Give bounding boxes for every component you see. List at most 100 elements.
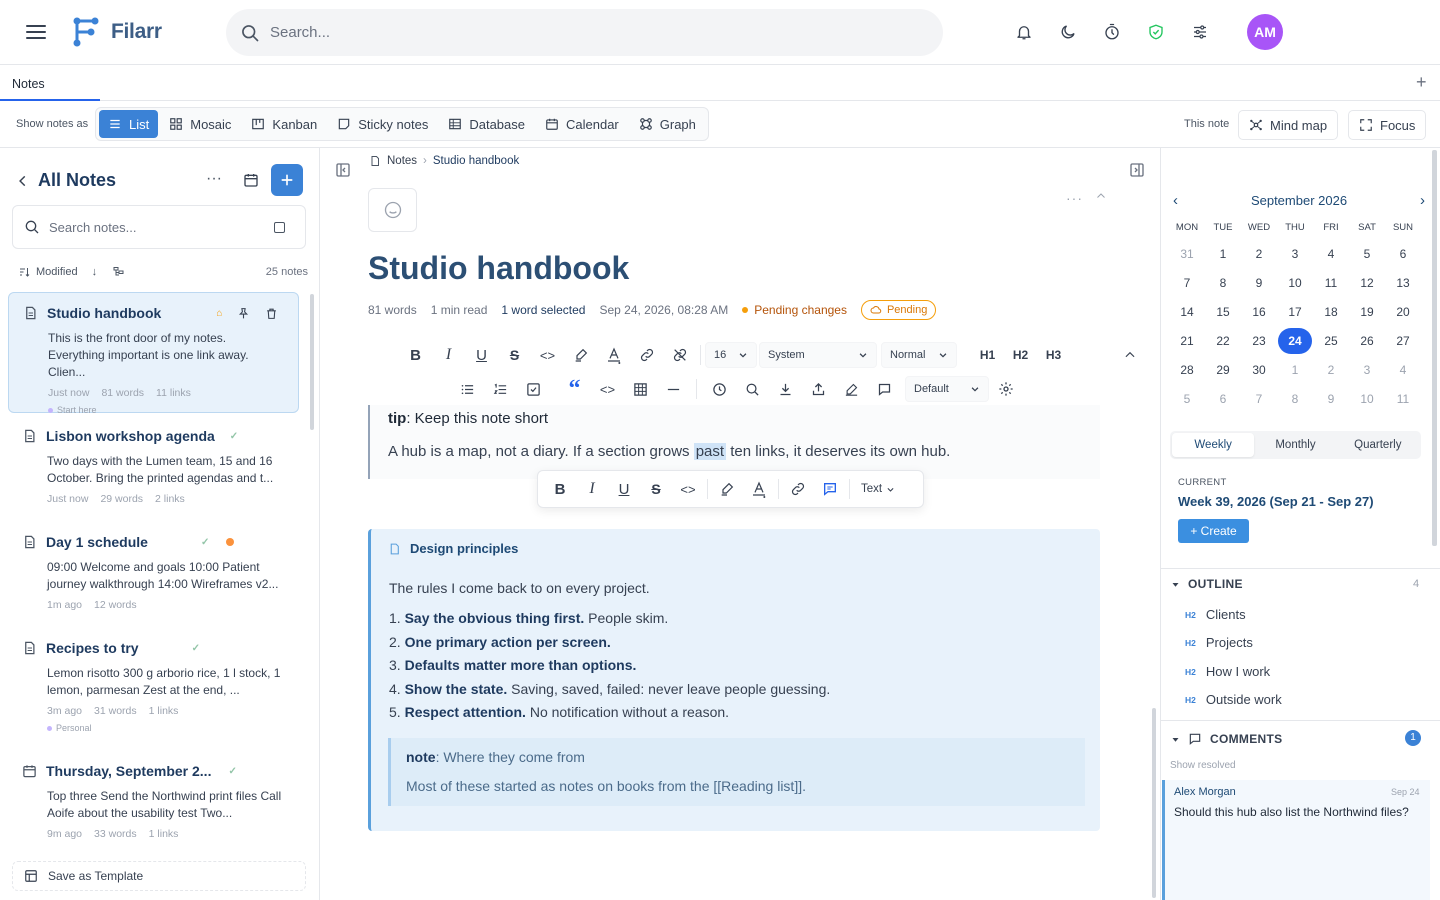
calendar-day[interactable]: 17 xyxy=(1277,298,1313,327)
trash-icon[interactable] xyxy=(265,307,278,320)
calendar-day[interactable]: 9 xyxy=(1241,269,1277,298)
view-graph-button[interactable]: Graph xyxy=(630,110,705,138)
outline-item[interactable]: H2 Outside work xyxy=(1185,692,1282,707)
global-search[interactable]: Search... xyxy=(226,9,943,56)
calendar-day[interactable]: 22 xyxy=(1205,327,1241,356)
page-title[interactable]: Studio handbook xyxy=(368,250,629,287)
calendar-day[interactable]: 6 xyxy=(1205,385,1241,414)
strikethrough-icon[interactable]: S xyxy=(498,341,531,369)
calendar-day[interactable]: 11 xyxy=(1313,269,1349,298)
text-color-icon[interactable] xyxy=(743,475,775,503)
calendar-day[interactable]: 1 xyxy=(1277,356,1313,385)
checklist-icon[interactable] xyxy=(517,375,550,403)
selected-text[interactable]: past xyxy=(693,443,727,460)
collapse-toolbar-icon[interactable] xyxy=(1123,348,1137,362)
heading-2-button[interactable]: H2 xyxy=(1004,348,1037,362)
calendar-day[interactable]: 29 xyxy=(1205,356,1241,385)
calendar-day[interactable]: 11 xyxy=(1385,385,1421,414)
table-icon[interactable] xyxy=(624,375,657,403)
right-panel-scrollbar[interactable] xyxy=(1432,150,1437,546)
download-icon[interactable] xyxy=(769,375,802,403)
link-icon[interactable] xyxy=(782,475,814,503)
view-mosaic-button[interactable]: Mosaic xyxy=(160,110,240,138)
more-icon[interactable]: ··· xyxy=(206,170,222,188)
tab-notes[interactable]: Notes xyxy=(0,65,100,101)
breadcrumb-notes[interactable]: Notes xyxy=(387,155,417,167)
text-type-select[interactable]: Text xyxy=(861,483,895,495)
period-monthly[interactable]: Monthly xyxy=(1254,433,1336,457)
calendar-day[interactable]: 13 xyxy=(1385,269,1421,298)
code-block-icon[interactable]: <> xyxy=(591,375,624,403)
bold-icon[interactable]: B xyxy=(399,341,432,369)
calendar-day[interactable]: 1 xyxy=(1205,240,1241,269)
outline-item[interactable]: H2 How I work xyxy=(1185,664,1270,679)
timer-icon[interactable] xyxy=(1102,20,1122,44)
save-as-template-button[interactable]: Save as Template xyxy=(12,861,306,891)
calendar-day[interactable]: 14 xyxy=(1169,298,1205,327)
calendar-day[interactable]: 4 xyxy=(1385,356,1421,385)
note-card[interactable]: Day 1 schedule ✓ 09:00 Welcome and goals… xyxy=(8,522,299,611)
add-note-button[interactable] xyxy=(271,164,303,196)
view-list-button[interactable]: List xyxy=(99,110,159,138)
view-database-button[interactable]: Database xyxy=(439,110,534,138)
strikethrough-icon[interactable]: S xyxy=(640,475,672,503)
calendar-day[interactable]: 31 xyxy=(1169,240,1205,269)
period-weekly[interactable]: Weekly xyxy=(1172,433,1255,457)
comments-header[interactable]: COMMENTS xyxy=(1171,732,1282,746)
code-icon[interactable]: <> xyxy=(531,341,564,369)
calendar-day[interactable]: 18 xyxy=(1313,298,1349,327)
block-style-select[interactable]: Normal xyxy=(881,342,957,368)
outline-header[interactable]: OUTLINE xyxy=(1171,577,1243,591)
mind-map-button[interactable]: Mind map xyxy=(1238,110,1339,140)
calendar-day[interactable]: 15 xyxy=(1205,298,1241,327)
heading-1-button[interactable]: H1 xyxy=(971,348,1004,362)
calendar-day[interactable]: 8 xyxy=(1277,385,1313,414)
comment-card[interactable]: Alex Morgan Sep 24 Should this hub also … xyxy=(1162,780,1430,900)
period-quarterly[interactable]: Quarterly xyxy=(1337,433,1419,457)
quote-icon[interactable]: “ xyxy=(558,375,591,403)
collapse-right-panel-icon[interactable] xyxy=(1129,162,1145,178)
bold-icon[interactable]: B xyxy=(544,475,576,503)
calendar-day[interactable]: 7 xyxy=(1169,269,1205,298)
link-icon[interactable] xyxy=(630,341,663,369)
calendar-icon[interactable] xyxy=(243,172,259,188)
numbered-list-icon[interactable] xyxy=(484,375,517,403)
calendar-day[interactable]: 10 xyxy=(1349,385,1385,414)
note-card[interactable]: Recipes to try ✓ Lemon risotto 300 g arb… xyxy=(8,628,299,733)
comment-icon[interactable] xyxy=(814,475,846,503)
callout-block[interactable]: Design principles The rules I come back … xyxy=(368,529,1100,831)
chevron-up-icon[interactable] xyxy=(1095,190,1107,202)
theme-select[interactable]: Default xyxy=(905,376,989,402)
calendar-day[interactable]: 7 xyxy=(1241,385,1277,414)
highlighter-icon[interactable] xyxy=(711,475,743,503)
tip-block[interactable]: tip: Keep this note short A hub is a map… xyxy=(368,405,1100,479)
outline-item[interactable]: H2 Projects xyxy=(1185,635,1253,650)
unlink-icon[interactable] xyxy=(663,341,696,369)
add-emoji-button[interactable] xyxy=(368,188,417,232)
calendar-day[interactable]: 21 xyxy=(1169,327,1205,356)
comment-icon[interactable] xyxy=(868,375,901,403)
underline-icon[interactable]: U xyxy=(608,475,640,503)
underline-icon[interactable]: U xyxy=(465,341,498,369)
calendar-day[interactable]: 20 xyxy=(1385,298,1421,327)
avatar[interactable]: AM xyxy=(1247,14,1283,50)
show-resolved-toggle[interactable]: Show resolved xyxy=(1170,760,1236,771)
find-icon[interactable] xyxy=(736,375,769,403)
calendar-day[interactable]: 5 xyxy=(1349,240,1385,269)
text-color-icon[interactable] xyxy=(597,341,630,369)
sort-label[interactable]: Modified xyxy=(36,266,78,278)
sort-icon[interactable] xyxy=(18,266,30,278)
note-card[interactable]: Thursday, September 2... ✓ Top three Sen… xyxy=(8,751,299,840)
calendar-day[interactable]: 2 xyxy=(1313,356,1349,385)
all-notes-header[interactable]: All Notes xyxy=(16,170,116,191)
view-sticky-button[interactable]: Sticky notes xyxy=(328,110,437,138)
view-kanban-button[interactable]: Kanban xyxy=(242,110,326,138)
sort-direction-icon[interactable]: ↓ xyxy=(92,266,98,278)
notes-search-input[interactable]: Search notes... xyxy=(12,205,306,249)
calendar-day[interactable]: 5 xyxy=(1169,385,1205,414)
calendar-day[interactable]: 2 xyxy=(1241,240,1277,269)
calendar-day[interactable]: 25 xyxy=(1313,327,1349,356)
clock-icon[interactable] xyxy=(703,375,736,403)
calendar-day[interactable]: 8 xyxy=(1205,269,1241,298)
calendar-day[interactable]: 16 xyxy=(1241,298,1277,327)
